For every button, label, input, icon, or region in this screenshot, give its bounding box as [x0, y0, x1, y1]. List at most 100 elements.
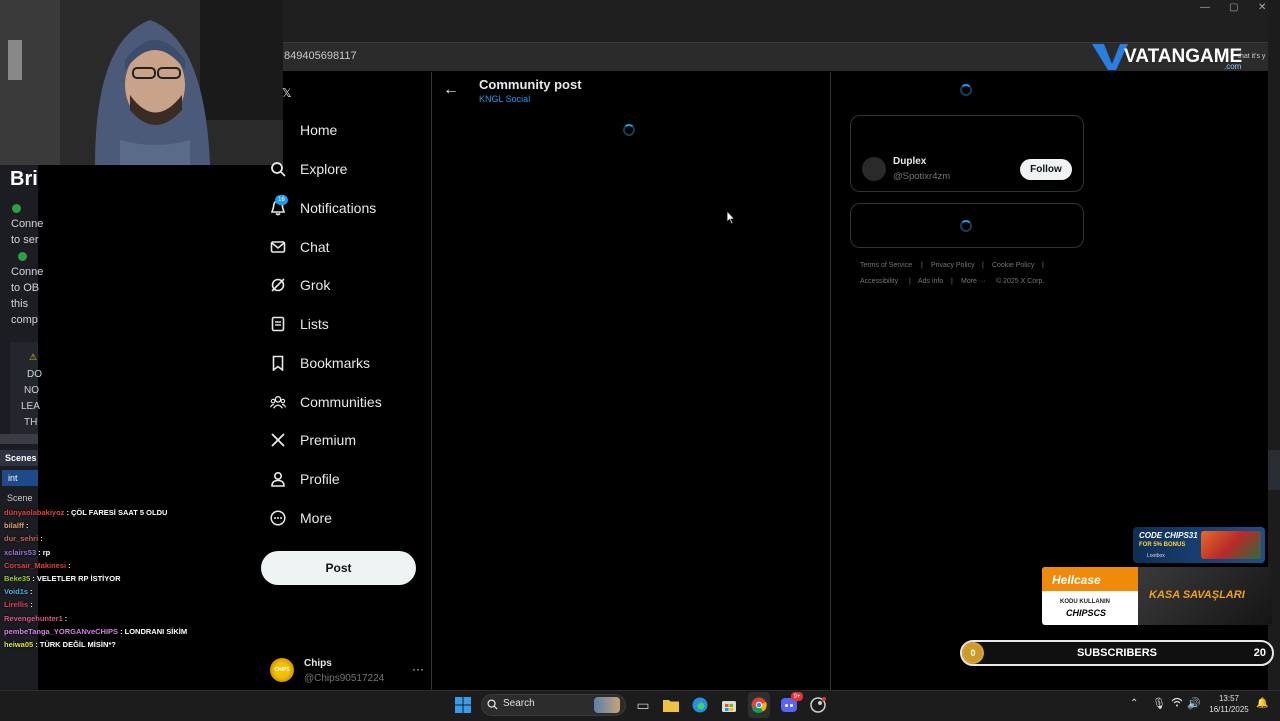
edge-browser-icon[interactable] [690, 695, 710, 715]
svg-text:that it's y: that it's y [1238, 53, 1266, 60]
back-arrow-icon[interactable]: ← [443, 81, 459, 99]
right-edge-scene [1268, 450, 1280, 490]
steam-icon[interactable] [808, 695, 828, 715]
account-name[interactable]: Chips [304, 658, 332, 669]
search-icon [270, 161, 286, 177]
chat-message: dünyaolabakiyoz: ÇÖL FARESİ SAAT 5 OLDU [4, 508, 167, 517]
avatar[interactable]: CHIPS [270, 658, 294, 682]
chat-text: : [30, 587, 33, 597]
bookmark-icon [270, 355, 286, 371]
close-button[interactable]: ✕ [1258, 2, 1266, 13]
vatangame-logo: VATANGAME .com that it's y [1090, 40, 1280, 72]
volume-icon[interactable]: 🔊 [1187, 697, 1201, 710]
footer-link[interactable]: More ··· [961, 278, 986, 285]
sidebar-item-home[interactable]: Home [270, 114, 337, 146]
taskbar-clock[interactable]: 13:57 16/11/2025 [1206, 693, 1252, 715]
chat-username: Beke35 [4, 574, 31, 583]
mouse-cursor-icon [726, 209, 736, 230]
search-icon [487, 697, 498, 715]
obs-status-line: to ser [11, 234, 39, 246]
chrome-icon[interactable] [749, 695, 769, 715]
account-more-icon[interactable]: ··· [412, 662, 424, 676]
hellcase-banner: Hellcase KODU KULLANIN CHIPSCS KASA SAVA… [1042, 567, 1272, 625]
obs-warning-line: DO [27, 369, 42, 380]
footer-copyright: © 2025 X Corp. [996, 278, 1045, 285]
hellcase-text: KODU KULLANIN [1060, 599, 1110, 605]
suggested-user-name[interactable]: Duplex [893, 156, 926, 167]
chat-text: : [40, 534, 43, 544]
chat-username: pembeTanga_YORGANveCHIPS [4, 626, 119, 636]
obs-scrollbar[interactable] [0, 434, 38, 444]
community-link[interactable]: KNGL Social [479, 94, 530, 104]
maximize-button[interactable]: ▢ [1229, 2, 1238, 13]
chat-username: bilalff [4, 521, 24, 531]
footer-separator: | [982, 262, 984, 269]
loading-spinner-icon [960, 84, 972, 96]
notification-center-icon[interactable]: 🔔 [1256, 698, 1268, 709]
footer-link[interactable]: Cookie Policy [992, 262, 1034, 269]
windows-start-icon[interactable] [453, 695, 473, 715]
chat-text: : rp [38, 547, 51, 557]
footer-link[interactable]: Privacy Policy [931, 262, 975, 269]
footer-link[interactable]: Terms of Service [860, 262, 912, 269]
sidebar-item-communities[interactable]: Communities [270, 386, 382, 418]
chevron-up-icon[interactable]: ⌃ [1130, 698, 1138, 709]
sidebar-item-lists[interactable]: Lists [270, 308, 329, 340]
suggested-user-handle: @Spotixr4zm [893, 171, 951, 182]
chat-text: : [68, 560, 71, 570]
footer-link[interactable]: Ads info [918, 278, 943, 285]
chat-username: dur_sehri [4, 534, 39, 544]
footer-separator: | [951, 278, 953, 285]
sidebar-item-label: Notifications [300, 200, 377, 216]
promo-bonus: FOR 5% BONUS [1139, 542, 1186, 548]
footer-link[interactable]: Accessibility [860, 278, 898, 285]
chat-text: : [26, 521, 29, 531]
scene-item[interactable]: Scene [7, 493, 33, 503]
microsoft-store-icon[interactable] [719, 695, 739, 715]
obs-warning-line: TH [24, 417, 38, 428]
sidebar-item-chat[interactable]: Chat [270, 231, 330, 263]
people-icon [270, 394, 286, 410]
svg-text:.com: .com [1224, 62, 1242, 71]
sidebar-item-profile[interactable]: Profile [270, 463, 340, 495]
sidebar-item-premium[interactable]: Premium [270, 424, 356, 456]
chat-message: pembeTanga_YORGANveCHIPS: LONDRANI SİKİM [4, 627, 187, 636]
stream-chat: dünyaolabakiyoz: ÇÖL FARESİ SAAT 5 OLDU b… [0, 508, 260, 658]
avatar[interactable] [862, 157, 886, 181]
x-logo-icon[interactable]: 𝕏 [282, 86, 292, 100]
sidebar-item-label: More [300, 510, 332, 526]
minimize-button[interactable]: — [1200, 2, 1210, 13]
check-icon [12, 204, 21, 213]
page-title: Community post [479, 77, 582, 92]
sidebar-item-more[interactable]: More [270, 502, 332, 534]
sidebar-item-label: Bookmarks [300, 355, 371, 371]
chat-text: : [30, 600, 33, 610]
wifi-icon[interactable] [1171, 697, 1183, 710]
hellcase-logo: Hellcase [1052, 573, 1101, 587]
chat-text: : [64, 613, 68, 623]
task-view-icon[interactable]: ▭ [633, 695, 653, 715]
scene-item-selected[interactable]: int [2, 470, 38, 486]
sidebar-item-bookmarks[interactable]: Bookmarks [270, 347, 370, 379]
subscriber-goal: 20 [1253, 647, 1266, 659]
promo-brand: Lootbox [1147, 553, 1165, 559]
mail-icon [270, 239, 286, 255]
chat-username: dünyaolabakiyoz [4, 508, 65, 517]
loading-spinner-icon [623, 124, 635, 136]
chat-username: xclairs53 [4, 547, 37, 557]
obs-warning-line: LEA [21, 401, 40, 412]
post-button[interactable]: Post [261, 551, 416, 585]
chat-message: Beke35: VELETLER RP İSTİYOR [4, 574, 121, 583]
microphone-icon[interactable]: 🎙 [1152, 697, 1166, 710]
chat-message: Lirellis: [4, 600, 33, 609]
footer-separator: | [1042, 262, 1044, 269]
sidebar-item-label: Home [300, 122, 338, 138]
file-explorer-icon[interactable] [661, 695, 681, 715]
follow-button[interactable]: Follow [1020, 159, 1072, 180]
chat-text: : TÜRK DEĞİL MİSİN*? [35, 640, 116, 649]
obs-status-line: comp [11, 314, 38, 326]
sidebar-item-explore[interactable]: Explore [270, 153, 347, 185]
sidebar-item-grok[interactable]: Grok [270, 269, 330, 301]
chat-username: heiwa05 [4, 640, 34, 649]
main-column [431, 72, 831, 690]
